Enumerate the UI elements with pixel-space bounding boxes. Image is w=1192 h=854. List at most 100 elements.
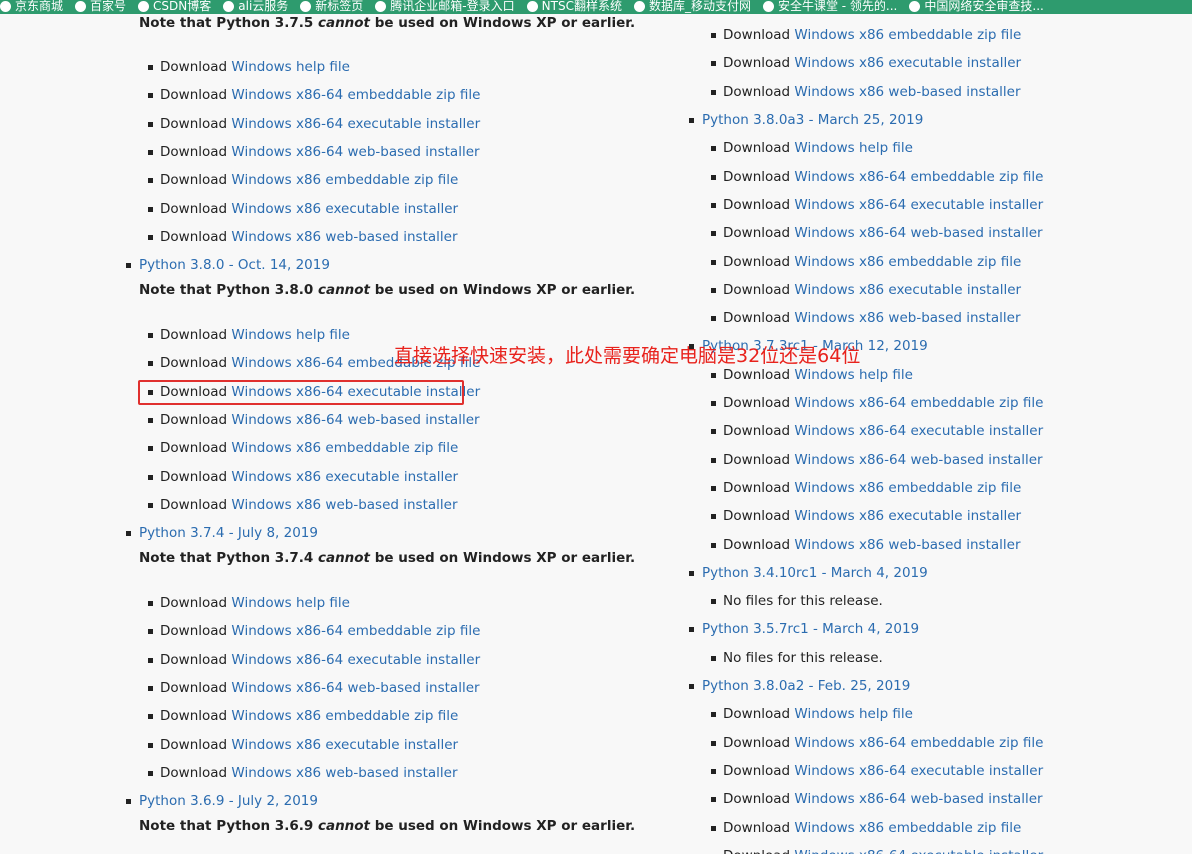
bullet: [148, 361, 153, 367]
bullet: [711, 514, 716, 520]
note-prefix: Note that Python 3.7.4: [139, 550, 318, 567]
download-link[interactable]: Windows x86-64 embeddable zip file: [231, 623, 480, 639]
download-prefix: Download: [160, 468, 232, 485]
bullet: [711, 287, 716, 293]
download-prefix: Download: [723, 819, 795, 836]
release-link[interactable]: Python 3.4.10rc1 - March 4, 2019: [702, 565, 928, 581]
bookmark-item[interactable]: 数据库_移动支付网: [633, 0, 751, 12]
release-link[interactable]: Python 3.5.7rc1 - March 4, 2019: [702, 621, 919, 637]
bookmark-item[interactable]: 京东商城: [0, 0, 63, 12]
download-link[interactable]: Windows x86-64 embeddable zip file: [794, 395, 1043, 411]
note-emphasis: cannot: [317, 282, 371, 298]
bullet: [148, 149, 153, 155]
download-link[interactable]: Windows x86-64 executable installer: [231, 652, 480, 668]
bullet: [689, 684, 694, 689]
download-prefix: Download: [160, 143, 232, 160]
download-link[interactable]: Windows x86-64 executable installer: [794, 763, 1043, 779]
bookmark-item[interactable]: 百家号: [75, 0, 126, 12]
download-link[interactable]: Windows x86 web-based installer: [794, 537, 1020, 553]
download-prefix: Download: [160, 115, 232, 132]
download-prefix: Download: [723, 27, 795, 43]
download-link[interactable]: Windows x86-64 executable installer: [231, 116, 480, 132]
bullet: [711, 372, 716, 378]
bullet: [148, 121, 153, 127]
download-link[interactable]: Windows help file: [231, 327, 350, 343]
download-link[interactable]: Windows x86 web-based installer: [794, 310, 1020, 326]
download-link[interactable]: Windows help file: [231, 59, 350, 75]
bullet: [148, 714, 153, 720]
bullet: [689, 118, 694, 123]
bullet: [148, 657, 153, 663]
download-link[interactable]: Windows x86 embeddable zip file: [231, 440, 458, 456]
download-link[interactable]: Windows x86 web-based installer: [231, 229, 457, 245]
download-item: Download Windows x86-64 executable insta…: [148, 651, 480, 669]
download-link[interactable]: Windows x86 web-based installer: [231, 497, 457, 513]
release-link[interactable]: Python 3.8.0a3 - March 25, 2019: [702, 112, 923, 128]
download-item: Download Windows x86-64 web-based instal…: [148, 679, 480, 697]
download-item: Download Windows x86 web-based installer: [148, 228, 458, 246]
release-link[interactable]: Python 3.8.0a2 - Feb. 25, 2019: [702, 678, 910, 694]
download-link[interactable]: Windows x86 embeddable zip file: [794, 27, 1021, 43]
download-link[interactable]: Windows x86-64 executable installer: [794, 197, 1043, 213]
note-prefix: Note that Python 3.7.5: [139, 15, 318, 31]
bookmark-label: 中国网络安全审查技...: [924, 0, 1044, 13]
download-link[interactable]: Windows x86-64 web-based installer: [231, 412, 479, 428]
bookmark-favicon-icon: [223, 1, 235, 12]
download-item: Download Windows x86 executable installe…: [148, 200, 458, 218]
download-link[interactable]: Windows x86 executable installer: [794, 282, 1021, 298]
download-item: Download Windows x86-64 web-based instal…: [711, 451, 1043, 469]
release-item: Python 3.6.9 - July 2, 2019: [126, 792, 318, 810]
download-link[interactable]: Windows x86 embeddable zip file: [794, 254, 1021, 270]
download-link[interactable]: Windows x86 executable installer: [794, 508, 1021, 524]
bookmark-item[interactable]: ali云服务: [223, 0, 288, 12]
download-link[interactable]: Windows x86-64 embeddable zip file: [231, 87, 480, 103]
download-link[interactable]: Windows x86 executable installer: [794, 55, 1021, 71]
download-link[interactable]: Windows x86 executable installer: [231, 201, 458, 217]
download-item: Download Windows x86-64 web-based instal…: [148, 143, 480, 161]
bullet: [148, 474, 153, 480]
download-item: Download Windows x86 web-based installer: [148, 764, 458, 782]
bullet: [126, 263, 131, 268]
bookmark-item[interactable]: 腾讯企业邮箱-登录入口: [375, 0, 515, 12]
download-link[interactable]: Windows x86 web-based installer: [231, 765, 457, 781]
download-link[interactable]: Windows x86-64 web-based installer: [794, 791, 1042, 807]
release-link[interactable]: Python 3.7.4 - July 8, 2019: [139, 525, 318, 541]
bullet: [711, 146, 716, 152]
download-link[interactable]: Windows x86 embeddable zip file: [794, 820, 1021, 836]
download-link[interactable]: Windows x86-64 web-based installer: [794, 452, 1042, 468]
download-prefix: Download: [723, 55, 795, 72]
bookmark-item[interactable]: 新标签页: [300, 0, 363, 12]
note-prefix: Note that Python 3.6.9: [139, 818, 318, 835]
download-link[interactable]: Windows x86 embeddable zip file: [794, 480, 1021, 496]
download-link[interactable]: Windows x86-64 web-based installer: [231, 680, 479, 696]
download-link[interactable]: Windows x86 embeddable zip file: [231, 708, 458, 724]
download-prefix: Download: [723, 791, 795, 808]
download-link[interactable]: Windows x86 web-based installer: [794, 84, 1020, 100]
download-link[interactable]: Windows x86-64 executable installer: [794, 848, 1043, 854]
download-prefix: No files for this release.: [723, 649, 883, 666]
download-link[interactable]: Windows help file: [231, 595, 350, 611]
bookmark-favicon-icon: [75, 1, 87, 12]
download-link[interactable]: Windows x86 executable installer: [231, 737, 458, 753]
bookmark-item[interactable]: NTSC翻样系统: [526, 0, 622, 12]
download-prefix: Download: [160, 87, 232, 104]
release-link[interactable]: Python 3.8.0 - Oct. 14, 2019: [139, 257, 330, 273]
download-link[interactable]: Windows help file: [794, 140, 913, 156]
download-link[interactable]: Windows x86-64 embeddable zip file: [794, 735, 1043, 751]
download-link[interactable]: Windows x86-64 embeddable zip file: [794, 169, 1043, 185]
download-link[interactable]: Windows x86-64 web-based installer: [231, 144, 479, 160]
download-link[interactable]: Windows x86 embeddable zip file: [231, 172, 458, 188]
release-link[interactable]: Python 3.6.9 - July 2, 2019: [139, 793, 318, 809]
bullet: [711, 174, 716, 180]
download-prefix: Download: [723, 168, 795, 185]
bookmark-item[interactable]: 安全牛课堂 - 领先的...: [762, 0, 897, 12]
release-item: Python 3.4.10rc1 - March 4, 2019: [689, 564, 928, 582]
xp-note: Note that Python 3.7.5 cannot be used on…: [139, 14, 635, 32]
download-link[interactable]: Windows x86 executable installer: [231, 469, 458, 485]
bookmark-item[interactable]: 中国网络安全审查技...: [909, 0, 1044, 13]
bookmark-item[interactable]: CSDN博客: [138, 0, 211, 12]
bullet: [711, 655, 716, 661]
download-link[interactable]: Windows x86-64 executable installer: [794, 423, 1043, 439]
download-link[interactable]: Windows help file: [794, 706, 913, 722]
download-link[interactable]: Windows x86-64 web-based installer: [794, 225, 1042, 241]
